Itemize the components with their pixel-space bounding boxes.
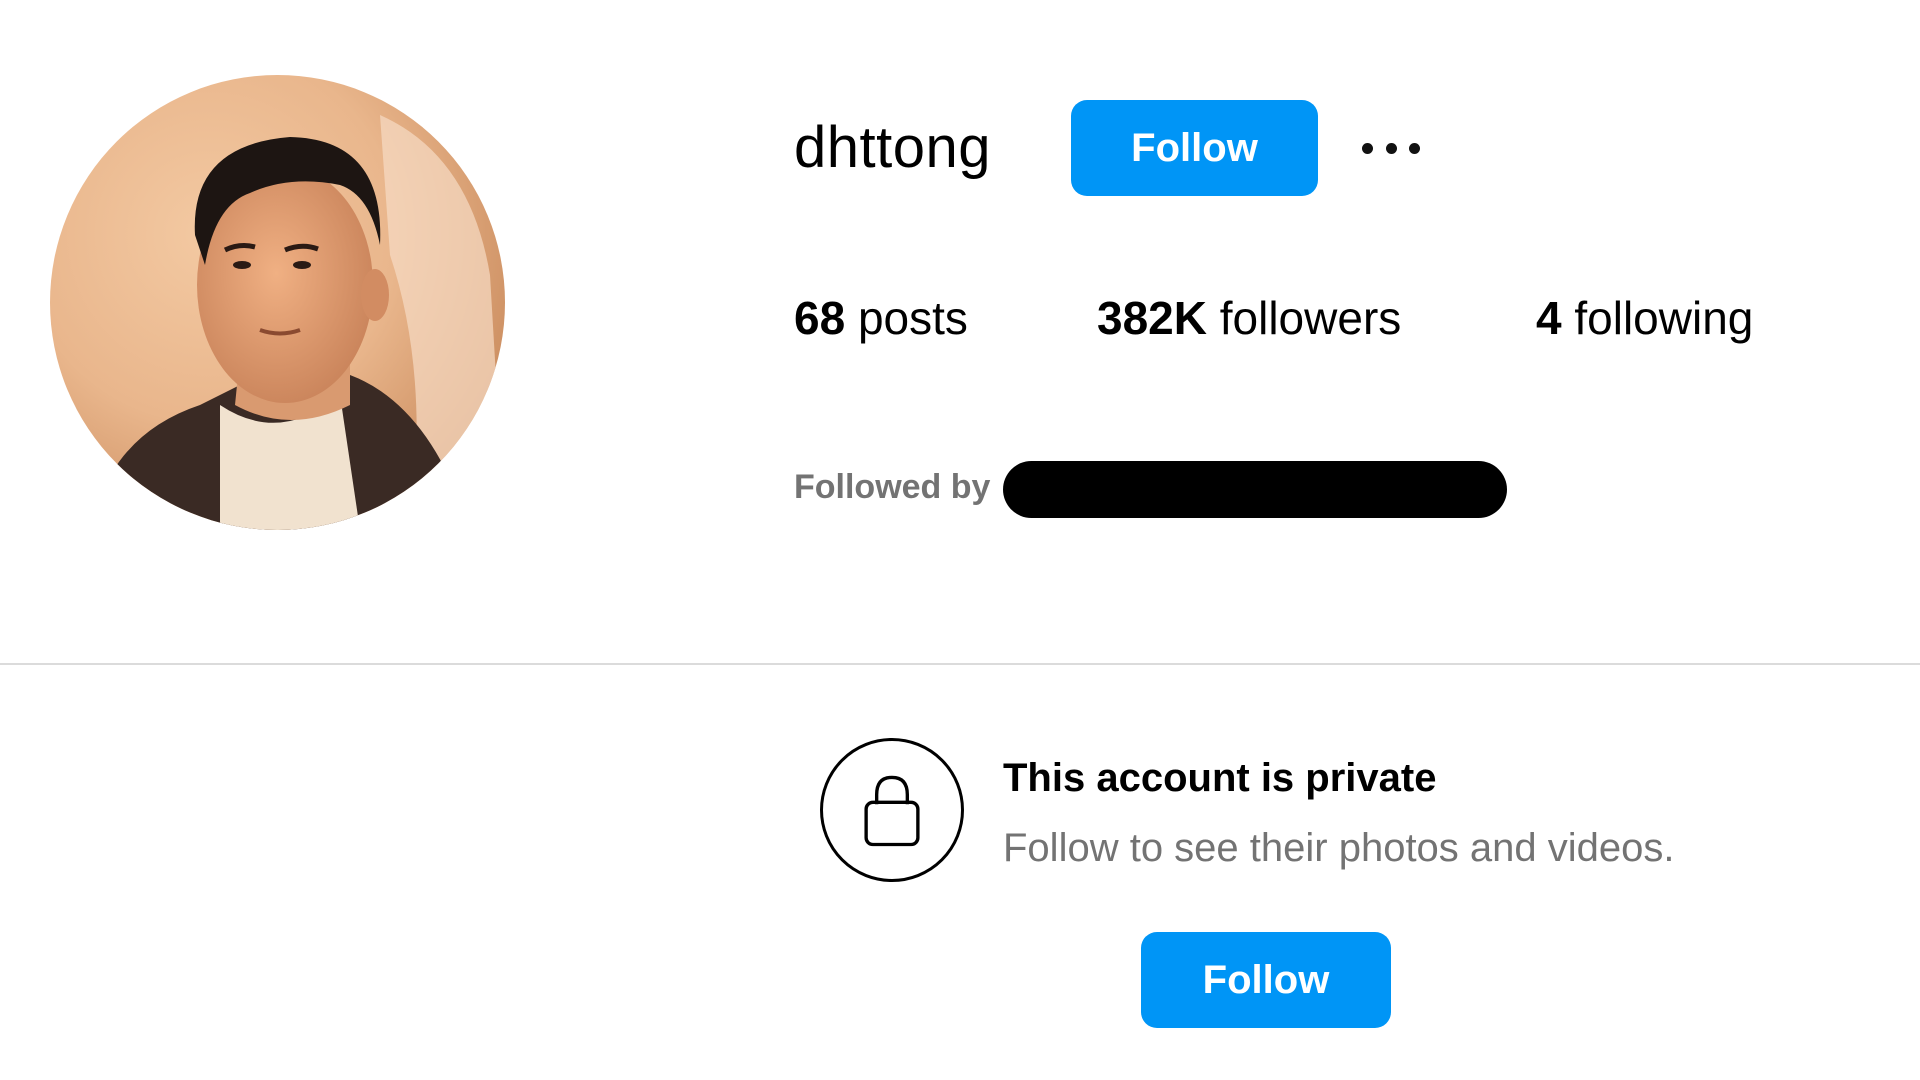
- lock-icon: [820, 738, 964, 882]
- follow-button-private[interactable]: Follow: [1141, 932, 1391, 1028]
- private-account-title: This account is private: [1003, 756, 1437, 800]
- lock-icon-graphic: [864, 775, 920, 847]
- redacted-followers-link[interactable]: [1003, 461, 1507, 518]
- following-link[interactable]: 4 following: [1536, 288, 1753, 348]
- more-horizontal-icon-dot: [1385, 142, 1397, 154]
- follow-button[interactable]: Follow: [1071, 100, 1318, 196]
- following-number: 4: [1536, 292, 1562, 344]
- avatar-photo: [50, 75, 505, 530]
- profile-page: dhttong Follow 68 posts 382K followers 4…: [0, 0, 1920, 1080]
- profile-username: dhttong: [794, 115, 992, 180]
- followed-by-label: Followed by: [794, 468, 991, 506]
- more-horizontal-icon: [1362, 142, 1373, 154]
- more-horizontal-icon-dot: [1409, 142, 1420, 154]
- section-divider: [0, 663, 1920, 665]
- posts-number: 68: [794, 292, 846, 344]
- followers-number: 382K: [1097, 292, 1207, 344]
- followers-label: followers: [1219, 292, 1402, 344]
- posts-label: posts: [857, 292, 968, 344]
- profile-avatar[interactable]: [50, 75, 505, 530]
- private-account-subtitle: Follow to see their photos and videos.: [1003, 826, 1675, 870]
- more-options-button[interactable]: [1352, 118, 1430, 178]
- following-label: following: [1574, 292, 1754, 344]
- posts-count: 68 posts: [794, 288, 968, 348]
- followers-link[interactable]: 382K followers: [1097, 288, 1401, 348]
